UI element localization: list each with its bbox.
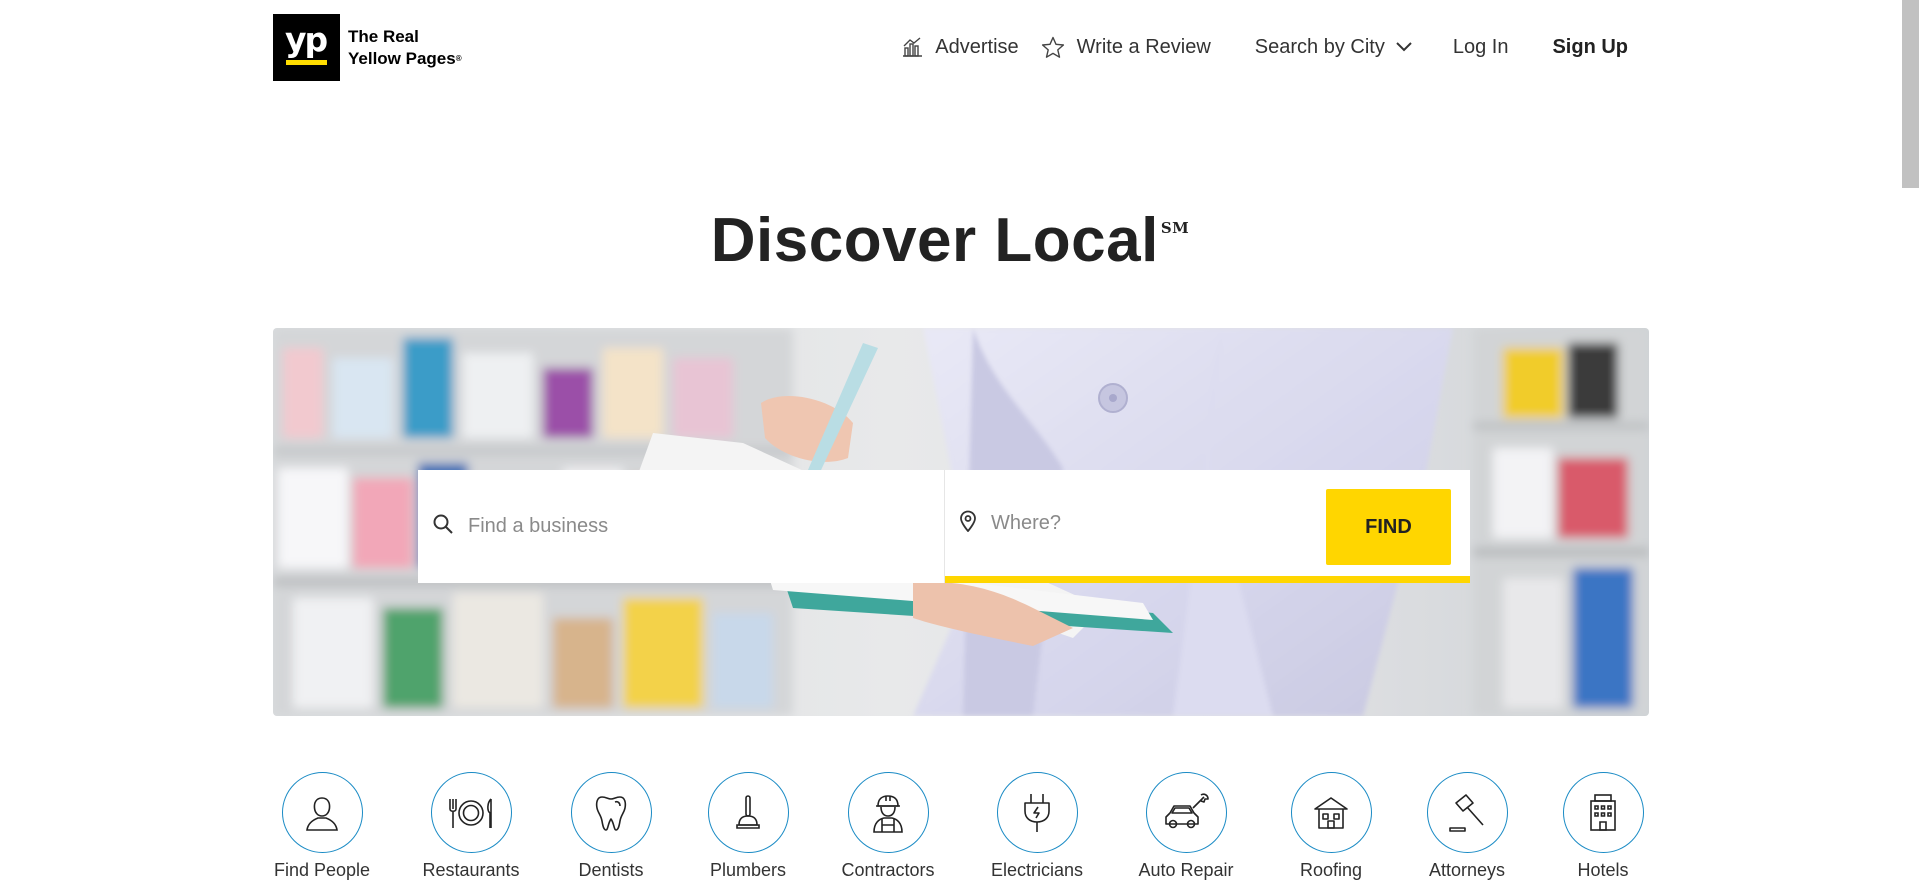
map-pin-icon bbox=[959, 510, 977, 537]
chevron-down-icon bbox=[1385, 41, 1413, 53]
plunger-icon bbox=[707, 772, 789, 853]
yp-logo[interactable]: yp The Real Yellow Pages® bbox=[273, 14, 462, 81]
category-auto-repair[interactable]: Auto Repair bbox=[1116, 772, 1256, 881]
person-icon bbox=[281, 772, 363, 853]
category-contractors[interactable]: Contractors bbox=[818, 772, 958, 881]
category-electricians[interactable]: Electricians bbox=[967, 772, 1107, 881]
search-by-city-dropdown[interactable]: Search by City bbox=[1255, 36, 1413, 59]
gavel-icon bbox=[1426, 772, 1508, 853]
site-header: yp The Real Yellow Pages® Advertise Writ… bbox=[0, 0, 1900, 96]
category-shortcuts: Find People Restaurants Dentists Plumber… bbox=[273, 772, 1649, 884]
worker-icon bbox=[847, 772, 929, 853]
yp-logo-text: The Real Yellow Pages® bbox=[348, 26, 462, 68]
category-restaurants[interactable]: Restaurants bbox=[401, 772, 541, 881]
location-search-field[interactable]: FIND bbox=[945, 470, 1470, 583]
search-bar: FIND bbox=[418, 470, 1470, 583]
hero-title: Discover Local SM bbox=[710, 206, 1190, 275]
category-attorneys[interactable]: Attorneys bbox=[1397, 772, 1537, 881]
category-find-people[interactable]: Find People bbox=[252, 772, 392, 881]
scrollbar-thumb[interactable] bbox=[1902, 0, 1919, 188]
log-in-link[interactable]: Log In bbox=[1453, 36, 1509, 59]
hotel-icon bbox=[1562, 772, 1644, 853]
search-icon bbox=[432, 513, 454, 540]
plug-icon bbox=[996, 772, 1078, 853]
yp-logo-mark: yp bbox=[273, 14, 340, 81]
category-plumbers[interactable]: Plumbers bbox=[678, 772, 818, 881]
page-scrollbar[interactable] bbox=[1900, 0, 1920, 884]
category-roofing[interactable]: Roofing bbox=[1261, 772, 1401, 881]
tooth-icon bbox=[570, 772, 652, 853]
car-wrench-icon bbox=[1145, 772, 1227, 853]
bar-chart-icon bbox=[901, 37, 935, 57]
top-nav: Advertise Write a Review Search by City … bbox=[901, 30, 1628, 64]
write-review-link[interactable]: Write a Review bbox=[1041, 36, 1211, 59]
location-search-input[interactable] bbox=[991, 511, 1321, 535]
category-dentists[interactable]: Dentists bbox=[541, 772, 681, 881]
house-icon bbox=[1290, 772, 1372, 853]
star-icon bbox=[1041, 36, 1077, 59]
advertise-link[interactable]: Advertise bbox=[901, 36, 1019, 59]
find-button[interactable]: FIND bbox=[1326, 489, 1451, 565]
business-search-input[interactable] bbox=[468, 515, 798, 538]
plate-utensils-icon bbox=[430, 772, 512, 853]
sign-up-link[interactable]: Sign Up bbox=[1552, 36, 1628, 59]
business-search-field[interactable] bbox=[418, 470, 945, 583]
category-hotels[interactable]: Hotels bbox=[1533, 772, 1673, 881]
